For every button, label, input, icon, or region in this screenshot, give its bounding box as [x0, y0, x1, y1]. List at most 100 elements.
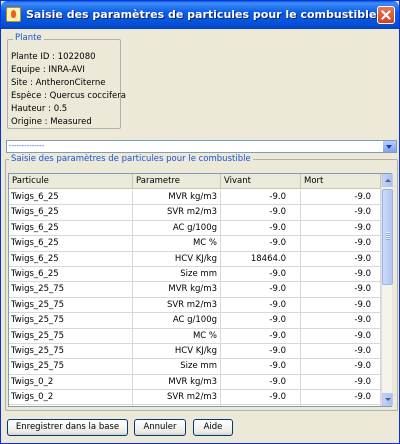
scroll-thumb[interactable]	[382, 189, 393, 285]
cell-mort[interactable]: -9.0	[301, 251, 381, 266]
cell-parametre: SVR m2/m3	[133, 205, 221, 220]
cell-mort[interactable]: -9.0	[301, 282, 381, 297]
chevron-down-icon[interactable]	[383, 141, 396, 152]
cell-particule: Twigs_6_25	[9, 251, 133, 266]
table-row[interactable]: Twigs_0_2 MVR kg/m3 -9.0 -9.0	[9, 374, 381, 391]
save-to-database-button[interactable]: Enregistrer dans la base	[7, 419, 128, 436]
grip-icon	[386, 232, 390, 240]
dialog-window: Saisie des paramètres de particules pour…	[0, 0, 400, 444]
particle-select[interactable]: --------------	[6, 140, 397, 153]
table-row[interactable]: Twigs_6_25 Size mm -9.0 -9.0	[9, 266, 381, 283]
cell-vivant[interactable]: -9.0	[221, 205, 301, 220]
cell-parametre: MC %	[133, 236, 221, 251]
vertical-scrollbar[interactable]	[381, 174, 393, 406]
cell-parametre: HCV KJ/kg	[133, 343, 221, 359]
help-button[interactable]: Aide	[193, 419, 233, 436]
cell-mort[interactable]: -9.0	[301, 236, 381, 251]
scroll-down-icon[interactable]	[382, 393, 393, 406]
cell-particule: Twigs_25_75	[9, 297, 133, 313]
plante-id-line: Plante ID : 1022080	[11, 52, 96, 62]
close-button[interactable]	[377, 6, 395, 24]
particle-select-value: --------------	[9, 142, 45, 150]
cell-vivant[interactable]: -9.0	[221, 220, 301, 236]
table-row[interactable]: Twigs_6_25 SVR m2/m3 -9.0 -9.0	[9, 205, 381, 221]
table-row[interactable]: Twigs_25_75 Size mm -9.0 -9.0	[9, 359, 381, 375]
cell-vivant[interactable]: -9.0	[221, 343, 301, 359]
cell-vivant[interactable]: -9.0	[221, 313, 301, 328]
cell-vivant[interactable]: -9.0	[221, 190, 301, 205]
cell-mort[interactable]: -9.0	[301, 190, 381, 205]
table-row[interactable]: Twigs_25_75 MVR kg/m3 -9.0 -9.0	[9, 282, 381, 298]
cell-parametre: MVR kg/m3	[133, 190, 221, 205]
table-row[interactable]: Twigs_6_25 HCV KJ/kg 18464.0 -9.0	[9, 251, 381, 267]
table-body: Twigs_6_25 MVR kg/m3 -9.0 -9.0 Twigs_6_25 SVR…	[9, 190, 381, 406]
cell-vivant[interactable]: -9.0	[221, 236, 301, 251]
cell-parametre: AC g/100g	[133, 220, 221, 236]
table-row[interactable]: Twigs_25_75 HCV KJ/kg -9.0 -9.0	[9, 343, 381, 360]
cell-vivant[interactable]: -9.0	[221, 390, 301, 405]
equipe-line: Equipe : INRA-AVI	[11, 65, 85, 75]
cell-vivant[interactable]: -9.0	[221, 405, 301, 406]
header-parametre[interactable]: Parametre	[133, 174, 221, 189]
cell-particule: Twigs_25_75	[9, 282, 133, 297]
cell-mort[interactable]: -9.0	[301, 205, 381, 220]
cell-mort[interactable]: -9.0	[301, 374, 381, 390]
cell-parametre: Size mm	[133, 266, 221, 282]
cell-particule: Twigs_0_2	[9, 374, 133, 390]
title-bar[interactable]: Saisie des paramètres de particules pour…	[1, 1, 399, 29]
header-particule[interactable]: Particule	[9, 174, 133, 189]
cell-mort[interactable]: -9.0	[301, 313, 381, 328]
cell-vivant[interactable]: -9.0	[221, 374, 301, 390]
cell-particule: Twigs_6_25	[9, 220, 133, 236]
espece-line: Espèce : Quercus coccifera	[11, 91, 126, 101]
table-row[interactable]: Twigs_6_25 MC % -9.0 -9.0	[9, 236, 381, 252]
table-row[interactable]: Twigs_25_75 AC g/100g -9.0 -9.0	[9, 313, 381, 329]
table-row[interactable]: Twigs_6_25 MVR kg/m3 -9.0 -9.0	[9, 190, 381, 206]
plante-group: Plante Plante ID : 1022080 Equipe : INRA…	[7, 33, 126, 129]
cell-vivant[interactable]: -9.0	[221, 297, 301, 313]
cell-parametre: MVR kg/m3	[133, 282, 221, 297]
cell-mort[interactable]: -9.0	[301, 220, 381, 236]
cell-parametre: SVR m2/m3	[133, 297, 221, 313]
cell-vivant[interactable]: -9.0	[221, 359, 301, 374]
cell-vivant[interactable]: -9.0	[221, 282, 301, 297]
hauteur-line: Hauteur : 0.5	[11, 104, 68, 114]
cell-particule: Twigs_0_2	[9, 390, 133, 405]
table-row[interactable]: Twigs_0_2AC g/100g-9.0-9.0	[9, 405, 381, 406]
cell-vivant[interactable]: -9.0	[221, 328, 301, 343]
table-row[interactable]: Twigs_0_2 SVR m2/m3 -9.0 -9.0	[9, 390, 381, 406]
header-mort[interactable]: Mort	[301, 174, 381, 189]
table-row[interactable]: Twigs_25_75 MC % -9.0 -9.0	[9, 328, 381, 344]
header-vivant[interactable]: Vivant	[221, 174, 301, 189]
cell-parametre: AC g/100g	[133, 313, 221, 328]
cell-mort[interactable]: -9.0	[301, 343, 381, 359]
app-flame-icon	[6, 7, 21, 22]
cell-mort[interactable]: -9.0	[301, 266, 381, 282]
cell-particule: Twigs_6_25	[9, 236, 133, 251]
cell-particule: Twigs_6_25	[9, 190, 133, 205]
cell-particule: Twigs_6_25	[9, 205, 133, 220]
params-table: Particule Parametre Vivant Mort Twigs_6_…	[8, 173, 393, 407]
cell-vivant[interactable]: -9.0	[221, 266, 301, 282]
cell-parametre: MC %	[133, 328, 221, 343]
params-legend: Saisie des paramètres de particules pour…	[9, 154, 253, 164]
cancel-button[interactable]: Annuler	[134, 419, 186, 436]
cell-particule: Twigs_25_75	[9, 328, 133, 343]
cell-particule: Twigs_0_2	[9, 405, 133, 406]
cell-particule: Twigs_25_75	[9, 343, 133, 359]
cell-mort[interactable]: -9.0	[301, 328, 381, 343]
scroll-up-icon[interactable]	[382, 174, 393, 187]
cell-mort[interactable]: -9.0	[301, 297, 381, 313]
cell-vivant[interactable]: 18464.0	[221, 251, 301, 266]
table-row[interactable]: Twigs_25_75 SVR m2/m3 -9.0 -9.0	[9, 297, 381, 314]
window-title: Saisie des paramètres de particules pour…	[26, 8, 377, 21]
origine-line: Origine : Measured	[11, 117, 92, 127]
cell-parametre: Size mm	[133, 359, 221, 374]
cell-mort[interactable]: -9.0	[301, 405, 381, 406]
table-row[interactable]: Twigs_6_25 AC g/100g -9.0 -9.0	[9, 220, 381, 237]
cell-mort[interactable]: -9.0	[301, 390, 381, 405]
plante-info: Plante ID : 1022080 Equipe : INRA-AVI Si…	[11, 51, 126, 129]
cell-particule: Twigs_6_25	[9, 266, 133, 282]
site-line: Site : AntheronCiterne	[11, 78, 106, 88]
cell-mort[interactable]: -9.0	[301, 359, 381, 374]
